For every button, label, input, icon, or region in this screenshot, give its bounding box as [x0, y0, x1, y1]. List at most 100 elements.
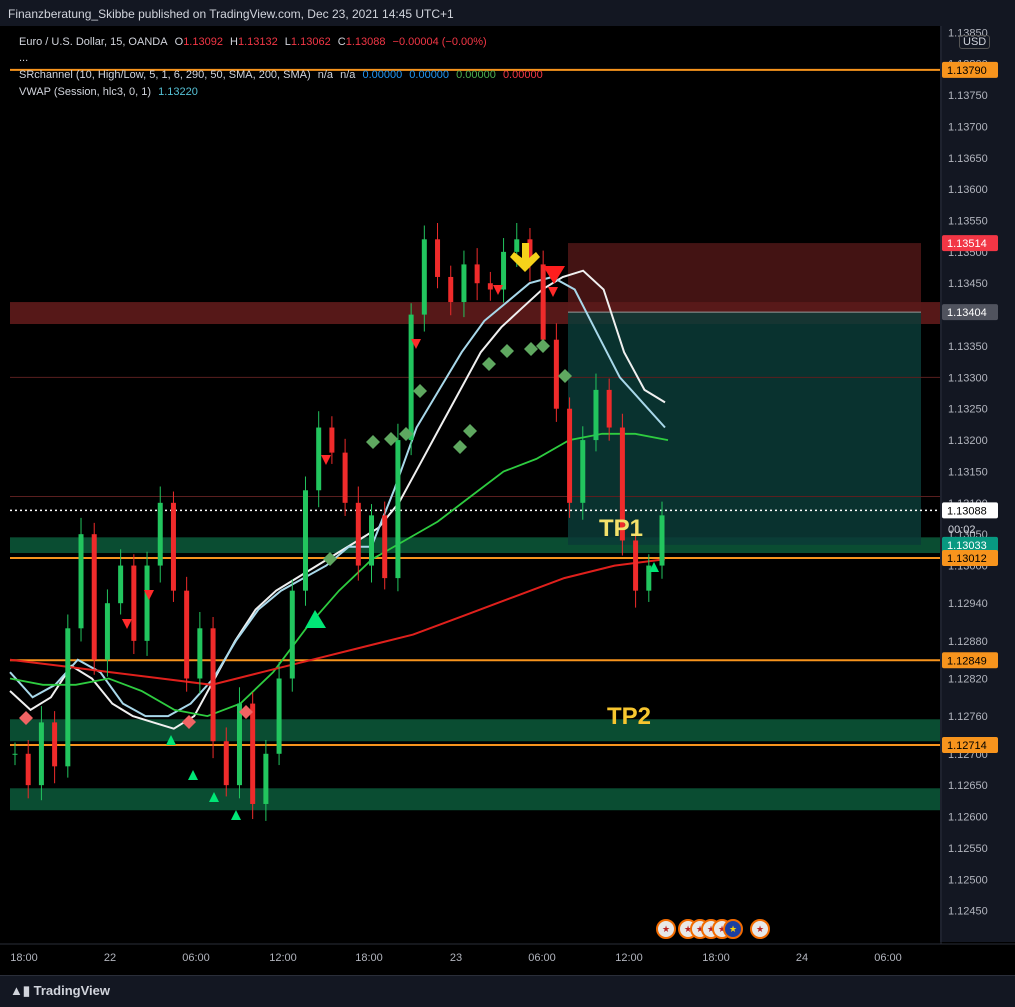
support-zone [10, 719, 940, 742]
price-chart[interactable]: 1.138501.138001.137501.137001.136501.136… [0, 0, 1015, 1006]
time-tick-label: 12:00 [615, 952, 643, 964]
candle-body [12, 753, 18, 755]
price-tick-label: 1.12880 [948, 636, 988, 648]
time-tick-label: 18:00 [10, 952, 38, 964]
time-tick-label: 06:00 [874, 952, 902, 964]
tp2-label: TP2 [607, 703, 652, 730]
candle-body [302, 490, 308, 591]
symbol-legend[interactable]: Euro / U.S. Dollar, 15, OANDA O1.13092 H… [19, 36, 491, 48]
candle-body [421, 239, 427, 315]
c-label: C [337, 36, 346, 48]
stop-loss-zone [568, 243, 921, 313]
candle-body [435, 239, 441, 277]
eu-flag-icon[interactable]: ★ [723, 919, 743, 939]
low-value: 1.13062 [290, 36, 331, 48]
close-value: 1.13088 [345, 36, 386, 48]
l-label: L [284, 36, 291, 48]
price-tick-label: 1.13300 [948, 372, 988, 384]
candle-body [131, 565, 137, 641]
brand-name: TradingView [33, 983, 110, 998]
vwap-value: 1.13220 [158, 86, 198, 98]
candle-body [474, 264, 480, 284]
price-tick-label: 1.12450 [948, 906, 988, 918]
currency-label[interactable]: USD [959, 35, 991, 49]
tradingview-logo[interactable]: ▲▮ TradingView [10, 983, 110, 999]
open-value: 1.13092 [183, 36, 223, 48]
candle-body [78, 534, 84, 629]
candle-body [184, 590, 190, 679]
price-tick-label: 1.13150 [948, 466, 988, 478]
candle-body [501, 251, 507, 290]
candle-body [355, 502, 361, 566]
tradingview-logo-icon: ▲▮ [10, 983, 34, 998]
candle-body [408, 314, 414, 441]
candle-body [369, 515, 375, 566]
price-tick-label: 1.13750 [948, 90, 988, 102]
legend-more[interactable]: ... [19, 52, 28, 64]
candle-body [633, 540, 639, 591]
high-value: 1.13132 [237, 36, 278, 48]
candle-body [448, 276, 454, 303]
price-label: 1.12849 [947, 655, 987, 667]
candle-body [91, 534, 97, 660]
candle-body [593, 389, 599, 441]
us-flag-icon[interactable]: ★ [750, 919, 770, 939]
price-label: 1.13790 [947, 65, 987, 77]
candle-body [104, 603, 110, 660]
candle-body [144, 565, 150, 641]
candle-body [197, 628, 203, 679]
support-zone [10, 788, 940, 811]
candle-body [276, 678, 282, 754]
candle-body [329, 427, 335, 453]
price-tick-label: 1.12550 [948, 843, 988, 855]
zones-layer [0, 0, 1015, 1006]
time-tick-label: 18:00 [355, 952, 383, 964]
time-tick-label: 06:00 [182, 952, 210, 964]
time-tick-label: 12:00 [269, 952, 297, 964]
srchannel-v1: 0.00000 [362, 69, 403, 81]
srchannel-na2: n/a [340, 69, 356, 81]
srchannel-label: SRchannel (10, High/Low, 5, 1, 6, 290, 5… [19, 69, 311, 81]
us-flag-icon[interactable]: ★ [656, 919, 676, 939]
srchannel-v3: 0.00000 [456, 69, 496, 81]
candle-body [514, 239, 520, 252]
candle-body [316, 427, 322, 491]
candle-body [250, 703, 256, 804]
vwap-label: VWAP (Session, hlc3, 0, 1) [19, 86, 152, 98]
price-tick-label: 1.13450 [948, 278, 988, 290]
candle-body [395, 440, 401, 579]
price-label: 1.13514 [947, 238, 987, 250]
candle-body [263, 753, 269, 804]
time-tick-label: 18:00 [702, 952, 730, 964]
symbol-name: Euro / U.S. Dollar, 15, OANDA [19, 36, 168, 48]
candle-body [118, 565, 124, 604]
price-tick-label: 1.12940 [948, 598, 988, 610]
candle-body [170, 502, 176, 591]
price-tick-label: 1.13600 [948, 184, 988, 196]
candle-body [38, 722, 44, 786]
candle-body [289, 590, 295, 679]
candle-body [487, 283, 493, 290]
price-tick-label: 1.13650 [948, 153, 988, 165]
price-tick-label: 1.12820 [948, 673, 988, 685]
publish-bar: Finanzberatung_Skibbe published on Tradi… [0, 0, 1015, 26]
candle-body [540, 264, 546, 340]
price-tick-label: 1.13250 [948, 404, 988, 416]
candle-body [580, 440, 586, 503]
price-tick-label: 1.12600 [948, 812, 988, 824]
time-tick-label: 06:00 [528, 952, 556, 964]
price-tick-label: 1.13700 [948, 121, 988, 133]
candle-body [157, 502, 163, 566]
tp1-label: TP1 [599, 515, 644, 542]
candle-body [382, 515, 388, 579]
price-label: 1.12714 [947, 740, 987, 752]
candle-body [659, 515, 665, 566]
vwap-legend[interactable]: VWAP (Session, hlc3, 0, 1) 1.13220 [19, 86, 202, 98]
time-tick-label: 23 [450, 952, 462, 964]
candle-body [223, 741, 229, 786]
price-tick-label: 1.12760 [948, 711, 988, 723]
change-value: −0.00004 (−0.00%) [392, 36, 487, 48]
srchannel-legend[interactable]: SRchannel (10, High/Low, 5, 1, 6, 290, 5… [19, 69, 547, 81]
candle-body [461, 264, 467, 303]
time-tick-label: 22 [104, 952, 116, 964]
